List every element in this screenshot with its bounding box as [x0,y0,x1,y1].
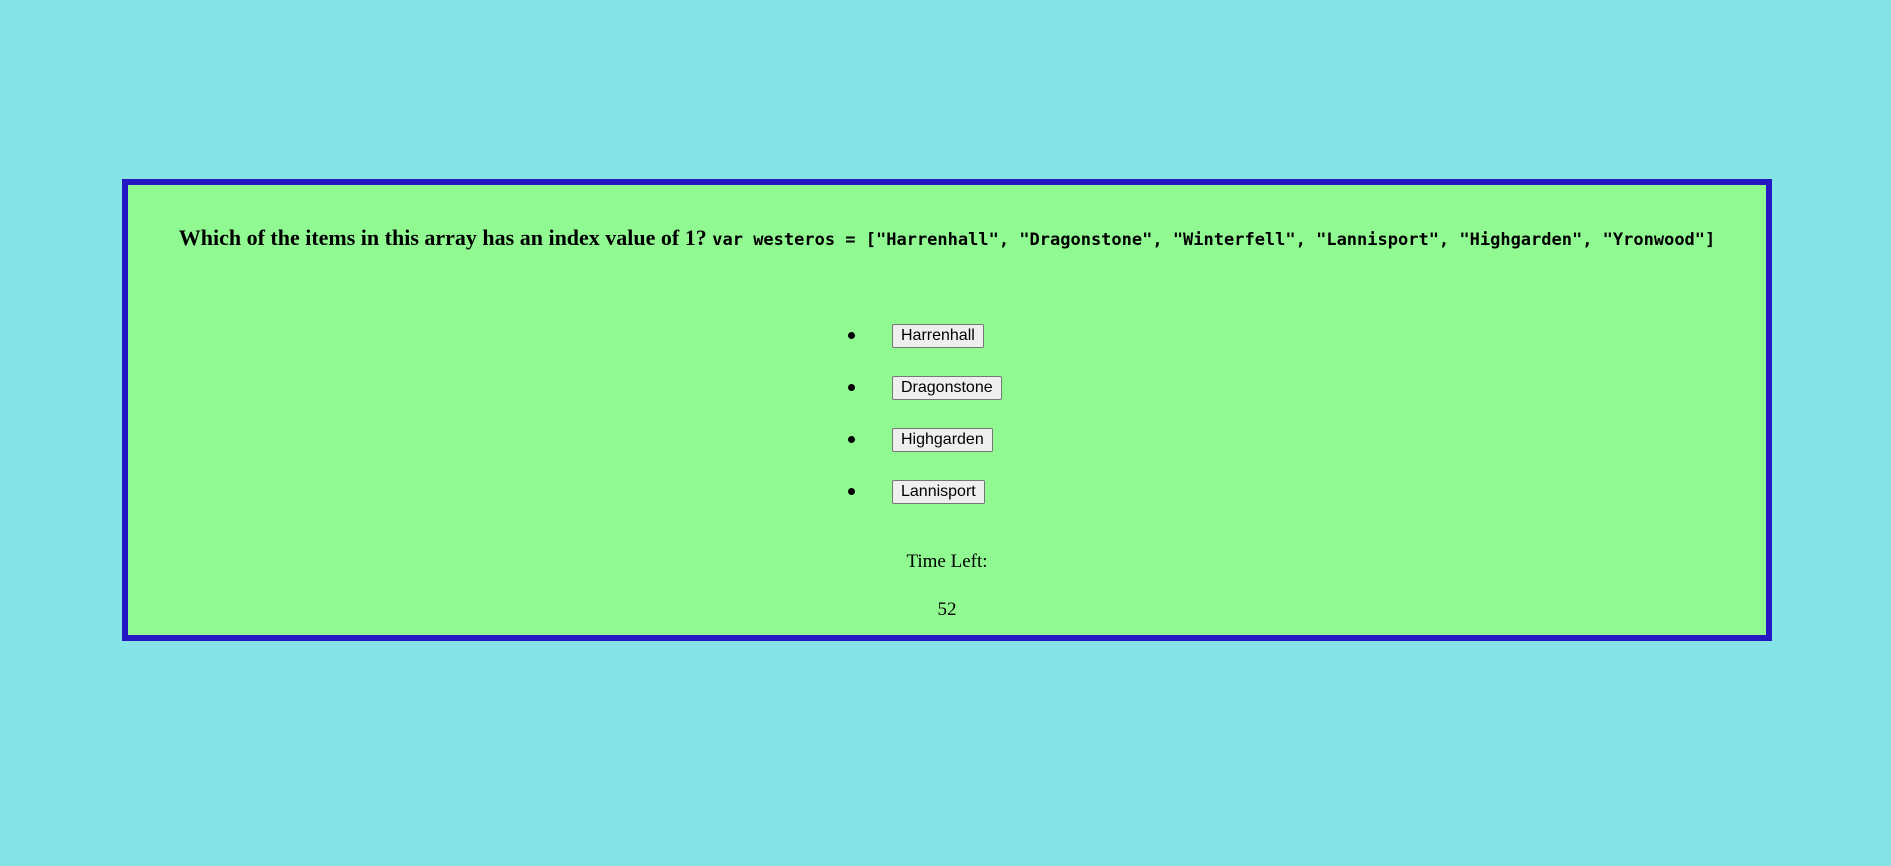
list-item: Highgarden [848,414,1002,466]
bullet-icon [848,436,855,443]
answer-button-lannisport[interactable]: Lannisport [892,480,985,504]
list-item: Harrenhall [848,310,1002,362]
list-item: Lannisport [848,466,1002,518]
bullet-icon [848,488,855,495]
list-item: Dragonstone [848,362,1002,414]
bullet-icon [848,332,855,339]
answer-button-dragonstone[interactable]: Dragonstone [892,376,1002,400]
answer-button-highgarden[interactable]: Highgarden [892,428,993,452]
question-prompt: Which of the items in this array has an … [178,225,707,250]
question-code: var westeros = ["Harrenhall", "Dragonsto… [712,230,1716,250]
answer-button-harrenhall[interactable]: Harrenhall [892,324,984,348]
answer-list: Harrenhall Dragonstone Highgarden Lannis… [848,310,1002,518]
quiz-panel: Which of the items in this array has an … [122,179,1772,641]
question-text: Which of the items in this array has an … [128,225,1766,251]
time-left-label: Time Left: [906,551,988,572]
time-left-value: 52 [937,599,957,620]
bullet-icon [848,384,855,391]
